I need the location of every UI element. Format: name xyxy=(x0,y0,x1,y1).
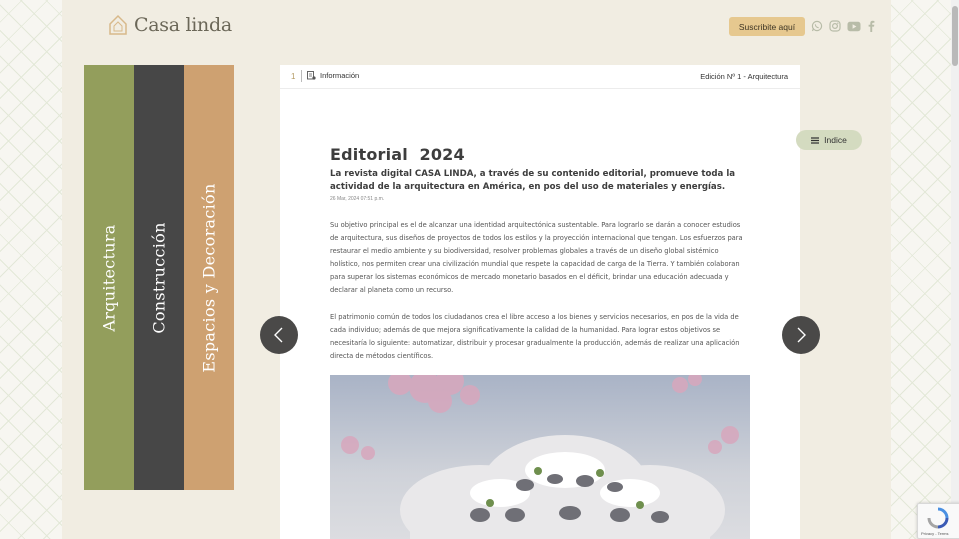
social-links xyxy=(811,20,876,32)
youtube-icon[interactable] xyxy=(847,21,861,32)
next-page-button[interactable] xyxy=(782,316,820,354)
edition-label: Edición Nº 1 - Arquitectura xyxy=(700,72,788,81)
section-construccion[interactable]: Construcción xyxy=(134,65,184,490)
article-title: Editorial 2024 xyxy=(330,145,465,164)
section-espacios-decoracion[interactable]: Espacios y Decoración xyxy=(184,65,234,490)
section-label: Arquitectura xyxy=(99,223,119,332)
indice-label: Indice xyxy=(824,135,847,145)
scrollbar-thumb[interactable] xyxy=(952,6,958,66)
section-arquitectura[interactable]: Arquitectura xyxy=(84,65,134,490)
list-icon xyxy=(811,136,820,144)
subscribe-button[interactable]: Suscribite aquí xyxy=(729,17,805,36)
page-number: 1 xyxy=(291,72,296,81)
article-content: Editorial 2024 La revista digital CASA L… xyxy=(280,145,800,363)
article-hero-image xyxy=(330,375,750,539)
info-link[interactable]: Información xyxy=(307,71,359,80)
recaptcha-text[interactable]: Privacy - Terms xyxy=(921,531,948,536)
article-paragraph: El patrimonio común de todos los ciudada… xyxy=(330,313,740,360)
magazine-page: 1 Información Edición Nº 1 - Arquitectur… xyxy=(280,65,800,539)
page-scrollbar[interactable] xyxy=(951,0,959,539)
recaptcha-badge[interactable]: Privacy - Terms xyxy=(917,503,959,539)
facebook-icon[interactable] xyxy=(867,20,876,32)
info-label: Información xyxy=(320,71,360,80)
house-logo-icon xyxy=(109,14,127,35)
instagram-icon[interactable] xyxy=(829,20,841,32)
section-tabs: Arquitectura Construcción Espacios y Dec… xyxy=(84,65,234,490)
whatsapp-icon[interactable] xyxy=(811,20,823,32)
recaptcha-icon xyxy=(927,507,949,529)
chevron-right-icon xyxy=(797,327,806,343)
indice-button[interactable]: Indice xyxy=(796,130,862,150)
toolbar-divider xyxy=(301,70,302,82)
logo[interactable]: Casa linda xyxy=(108,14,232,36)
chevron-left-icon xyxy=(274,327,283,343)
info-document-icon xyxy=(307,71,316,80)
article-lead: La revista digital CASA LINDA, a través … xyxy=(330,169,736,192)
section-label: Espacios y Decoración xyxy=(199,182,219,373)
page-panel: Casa linda Suscribite aquí Arquitectura … xyxy=(62,0,891,539)
page-toolbar: 1 Información Edición Nº 1 - Arquitectur… xyxy=(280,65,800,89)
article-date: 26 Mar, 2024 07:51 p.m. xyxy=(330,196,385,202)
previous-page-button[interactable] xyxy=(260,316,298,354)
brand-name: Casa linda xyxy=(134,14,232,36)
section-label: Construcción xyxy=(149,221,169,334)
article-paragraph: Su objetivo principal es el de alcanzar … xyxy=(330,221,743,294)
